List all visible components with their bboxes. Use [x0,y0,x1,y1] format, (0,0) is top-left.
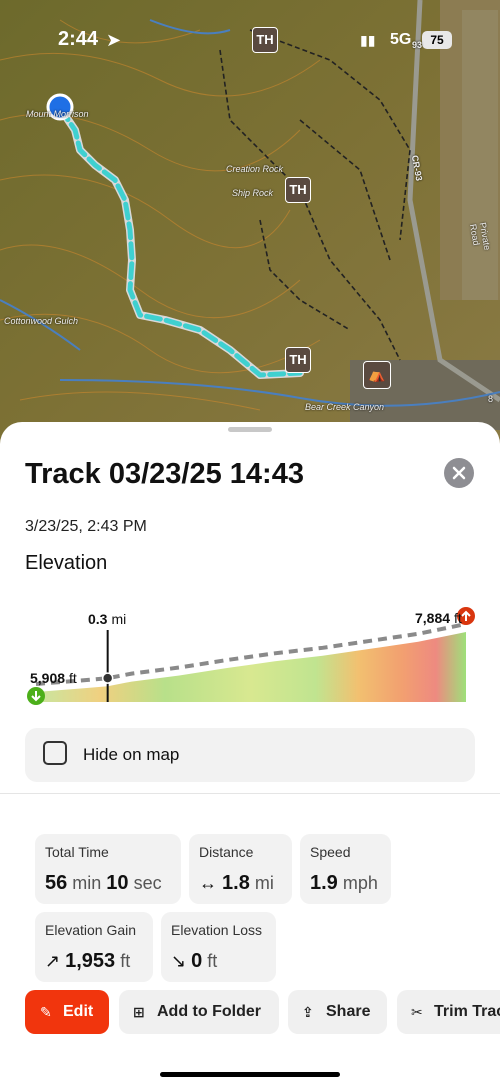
cursor-distance-value: 0.3 [88,611,108,627]
hide-on-map-row[interactable]: Hide on map [25,728,475,782]
stat-label: Total Time [45,844,109,860]
start-elevation-unit: ft [69,670,77,686]
stat-label: Elevation Gain [45,922,137,938]
satellite-map [0,0,500,450]
end-elevation-value: 7,884 [415,610,450,626]
map-label-mount-morrison: Mount Morrison [26,109,89,119]
track-title: Track 03/23/25 14:43 [25,458,304,490]
folder-add-icon: ⊞ [133,1004,145,1020]
share-icon: ⇪ [302,1004,314,1020]
map-label-route-8: 8 [488,394,494,404]
elevation-heading: Elevation [25,552,108,574]
close-button[interactable] [444,458,474,488]
edit-button[interactable]: ✎ Edit [25,990,109,1034]
elevation-area [36,632,466,702]
cursor-distance-unit: mi [111,611,126,627]
hide-on-map-label: Hide on map [83,745,180,764]
svg-text:7,884ft: 7,884 ft [415,610,462,626]
location-arrow-icon: ➤ [106,30,122,50]
stat-label: Speed [310,844,351,860]
share-button[interactable]: ⇪ Share [288,990,387,1034]
camping-marker-icon[interactable]: ⛺ [363,361,391,389]
trim-track-button[interactable]: ✂ Trim Track [397,990,500,1034]
end-elevation-unit: ft [454,610,462,626]
status-time: 2:44 [58,28,99,50]
divider [0,793,500,794]
battery-icon: 75 [422,31,452,49]
map-label-ship-rock: Ship Rock [232,188,274,198]
home-indicator [160,1072,340,1077]
stat-total-time: Total Time 56 min 10 sec [35,834,181,904]
stat-value: ↗ 1,953 ft [45,950,131,972]
map-label-creation-rock: Creation Rock [226,164,284,174]
scissors-icon: ✂ [411,1004,423,1020]
track-datetime: 3/23/25, 2:43 PM [25,518,147,535]
map-label-route-93: 93 [412,40,423,50]
stat-elevation-loss: Elevation Loss ↘ 0 ft [161,912,276,982]
stat-value: 1.9 mph [310,872,378,894]
map-label-cottonwood-gulch: Cottonwood Gulch [4,316,79,326]
start-elevation-value: 5,908 [30,670,65,686]
stat-value: ↘ 0 ft [171,950,218,972]
add-to-folder-button[interactable]: ⊞ Add to Folder [119,990,279,1034]
map-view[interactable]: 2:44 ➤ ▮▮ 5G 75 TH TH TH ⛺ Mount Morriso… [0,0,500,450]
stat-label: Elevation Loss [171,922,263,938]
svg-text:5,908ft: 5,908 ft [30,670,77,686]
network-label: 5G [390,31,412,48]
sheet-grabber[interactable] [228,427,272,432]
stat-speed: Speed 1.9 mph [300,834,391,904]
stat-elevation-gain: Elevation Gain ↗ 1,953 ft [35,912,153,982]
stat-label: Distance [199,844,254,860]
trailhead-marker[interactable]: TH [285,347,311,373]
trailhead-marker[interactable]: TH [252,27,278,53]
stat-value: 56 min 10 sec [45,872,162,894]
svg-text:0.3mi: 0.3 mi [88,611,126,627]
chart-cursor-dot [101,672,114,684]
pencil-icon: ✎ [40,1004,52,1020]
signal-icon: ▮▮ [360,32,376,48]
loss-arrow-icon: ↘ [171,951,187,971]
stat-value: ↔ 1.8 mi [199,872,274,894]
gain-arrow-icon: ↗ [45,951,61,971]
elevation-chart[interactable]: 0.3 mi 5,908 ft 7,884 ft [24,582,478,712]
hide-on-map-checkbox[interactable] [43,741,67,765]
track-detail-sheet: Track 03/23/25 14:43 3/23/25, 2:43 PM El… [0,422,500,1088]
distance-icon: ↔ [199,873,217,893]
stat-distance: Distance ↔ 1.8 mi [189,834,292,904]
map-label-bear-creek-canyon: Bear Creek Canyon [305,402,385,412]
trailhead-marker[interactable]: TH [285,177,311,203]
close-icon [452,466,466,480]
